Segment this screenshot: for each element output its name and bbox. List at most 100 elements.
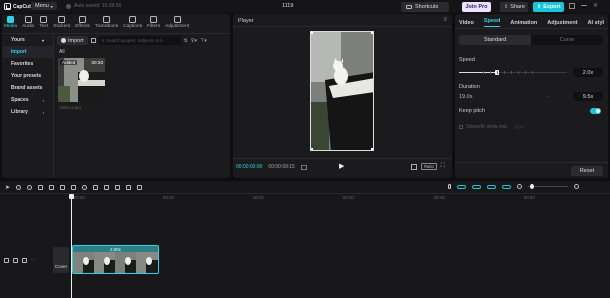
media-clip[interactable]: Added 00:20 [58,58,105,102]
total-time: 00:00:09:15 [268,164,295,170]
snap-icon[interactable] [472,184,481,189]
tab-adjustment[interactable]: Adjustment [165,16,189,29]
timeline-video-clip[interactable]: 2.00x [72,245,159,274]
crop-handle-top-right[interactable] [371,32,373,34]
sort-icon[interactable]: ⇅ [184,38,188,44]
timeline-ruler[interactable]: 00:00 00:10 00:20 00:30 00:40 00:50 [70,194,610,202]
tab-label: Stickers [53,24,71,29]
tab-label: Text [39,24,49,29]
tab-label: Captions [123,24,143,29]
zoom-out-icon[interactable] [517,184,522,189]
tabs-overflow-icon[interactable]: ⋮ [599,17,605,24]
playhead-handle[interactable] [69,194,74,199]
sidebar-item-library[interactable]: Library › [2,106,53,118]
sidebar-item-your-presets[interactable]: Your presets [2,70,53,82]
import-button[interactable]: Import [57,36,88,45]
tab-animation[interactable]: Animation [510,20,537,26]
align-icon[interactable] [502,184,511,189]
project-title[interactable]: 1119 [282,3,293,9]
ratio-button[interactable]: Ratio [421,163,437,170]
fullscreen-icon[interactable]: ⛶ [441,163,445,170]
tab-stickers[interactable]: Stickers [53,16,70,29]
search-box[interactable]: ⌕ Search project, subjects in li... [98,36,181,45]
crop-handle-bottom-left[interactable] [311,148,313,150]
share-button[interactable]: ⇪ Share [500,1,528,12]
mode-curve-button[interactable]: Curve [531,35,603,45]
export-button[interactable]: ⇧ Export [533,1,564,12]
filter-all-label[interactable]: All [59,49,65,55]
layout-icon[interactable] [569,2,575,9]
play-range-icon[interactable] [104,185,110,190]
sidebar-item-label: Your presets [11,73,42,79]
fullscreen-focus-icon[interactable] [411,163,417,170]
crop-handle-bottom-right[interactable] [371,148,373,150]
grid-view-icon[interactable] [90,38,96,43]
mirror-icon[interactable] [93,185,99,190]
search-input[interactable]: Search project, subjects in li... [106,38,166,43]
filter-icon[interactable]: ⊽▾ [191,38,197,44]
sidebar-item-label: Library [11,109,28,115]
zoom-slider-thumb[interactable] [530,184,534,189]
hide-icon[interactable] [13,257,18,263]
split-right-icon[interactable] [60,185,66,190]
redo-icon[interactable] [27,185,33,190]
zoom-slider[interactable] [528,184,568,189]
tab-adjustment[interactable]: Adjustment [547,20,577,26]
menu-lines-icon[interactable]: ≡ [443,17,447,23]
zoom-in-icon[interactable] [574,184,579,189]
more-icon[interactable]: ⊤▾ [200,38,207,44]
mute-icon[interactable] [22,257,27,263]
close-icon[interactable]: ✕ [593,2,598,9]
menu-button[interactable]: Menu ▾ [31,2,57,10]
tab-filters[interactable]: Filters [147,16,160,29]
speed-value-field[interactable]: 2.0x [573,68,603,77]
tab-text[interactable]: Text [39,16,48,29]
lock-icon[interactable] [4,257,9,263]
tab-speed[interactable]: Speed [484,18,501,27]
reset-button[interactable]: Reset [571,166,603,176]
timeline-fit-icon[interactable] [300,164,307,170]
microphone-icon[interactable] [448,184,451,189]
tab-audio[interactable]: Audio [22,16,34,29]
tab-transitions[interactable]: Transitions [95,16,118,29]
playhead[interactable] [71,194,72,298]
tab-video[interactable]: Video [459,20,474,26]
more-icon[interactable]: ⋯ [31,257,36,263]
flip-icon[interactable] [126,185,132,190]
play-icon[interactable]: ▶ [339,162,344,170]
sidebar-item-import[interactable]: Import [2,46,53,58]
join-pro-button[interactable]: Join Pro [462,1,491,12]
speed-slider[interactable] [459,70,567,75]
tab-effects[interactable]: Effects [75,16,90,29]
video-preview[interactable] [310,31,374,151]
tab-captions[interactable]: Captions [123,16,142,29]
sidebar-item-brand-assets[interactable]: Brand assets [2,82,53,94]
undo-icon[interactable] [16,185,22,190]
chevron-down-icon: ▾ [50,3,53,9]
minimize-icon[interactable] [581,5,587,6]
mask-icon[interactable] [82,185,88,190]
duration-value-field[interactable]: 9.5s [573,92,603,101]
tab-media[interactable]: Media [4,16,17,29]
crop-icon[interactable] [137,185,143,190]
shortcuts-button[interactable]: Shortcuts [401,1,449,12]
crop-handle-top-left[interactable] [311,32,313,34]
mode-curve-label: Curve [559,37,575,43]
checkbox-icon[interactable] [459,125,463,129]
select-tool-icon[interactable]: ➤ [5,184,10,191]
sidebar-item-yours[interactable]: Yours ▾ [2,34,53,46]
cover-button[interactable]: Cover [53,247,69,273]
sidebar-item-favorites[interactable]: Favorites [2,58,53,70]
sidebar-item-spaces[interactable]: Spaces › [2,94,53,106]
stickers-icon [58,16,66,23]
preview-axis-icon[interactable] [487,184,496,189]
arrow-right-icon: → [545,93,550,99]
link-clips-icon[interactable] [457,184,466,189]
delete-icon[interactable] [71,185,77,190]
split-left-icon[interactable] [49,185,55,190]
split-icon[interactable] [38,185,44,190]
rotate-icon[interactable] [115,185,121,190]
mode-standard-button[interactable]: Standard [459,35,531,45]
keep-pitch-toggle[interactable] [590,108,601,114]
timeline-toolbar: ➤ [5,184,143,191]
